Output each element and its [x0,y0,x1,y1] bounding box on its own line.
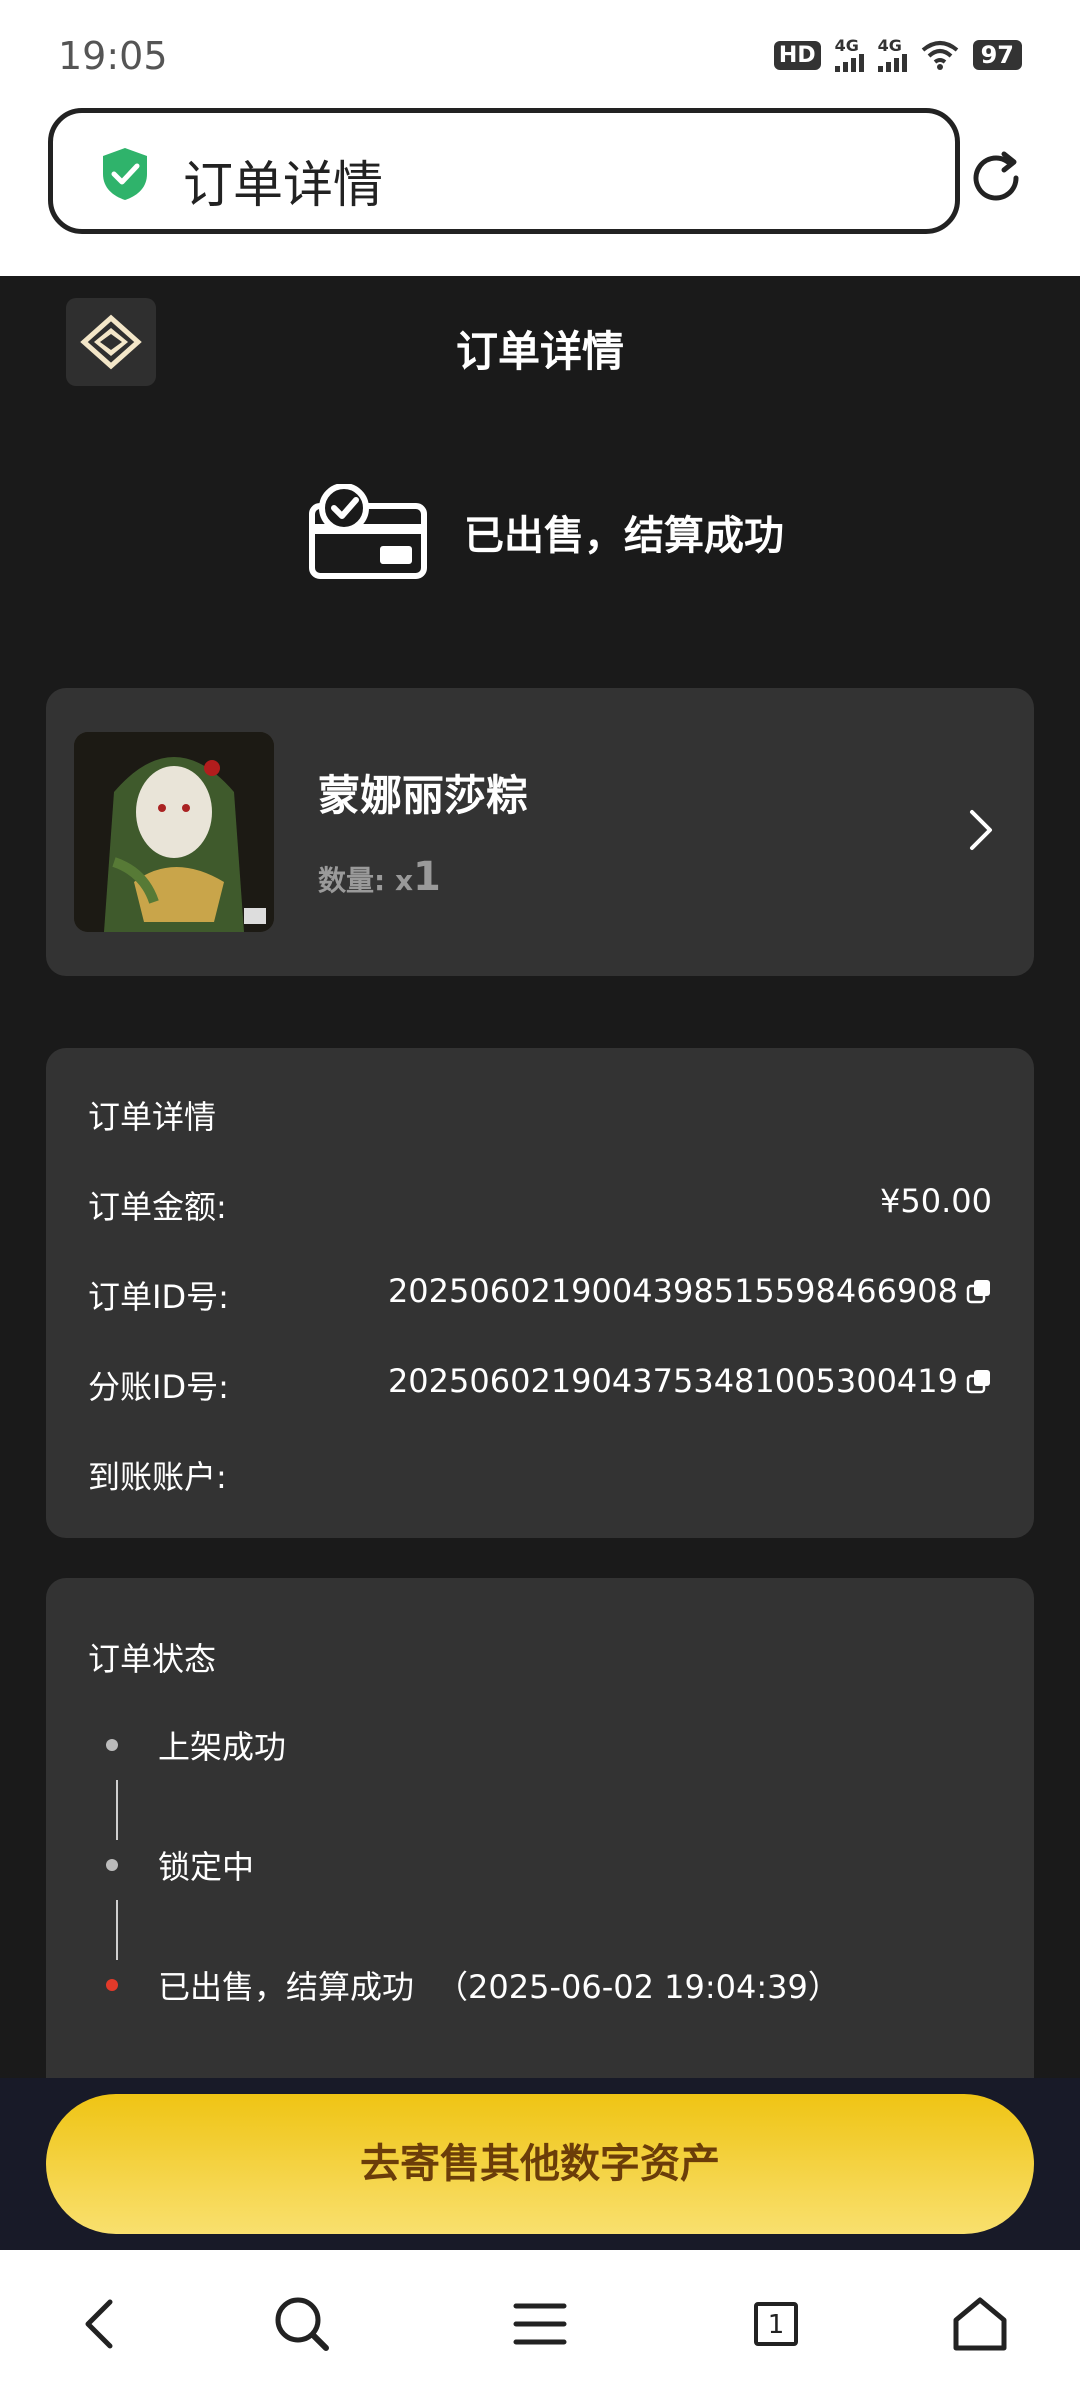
receiving-account-row: 到账账户: [88,1452,992,1496]
sale-status-text: 已出售，结算成功 [464,513,784,559]
home-button[interactable] [940,2284,1020,2364]
order-amount-row: 订单金额: ¥50.00 [88,1182,992,1226]
receiving-account-label: 到账账户: [88,1458,227,1496]
order-details-title: 订单详情 [88,1098,217,1136]
order-amount-label: 订单金额: [88,1188,227,1226]
payment-card-check-icon [309,484,427,579]
split-id-label: 分账ID号: [88,1368,229,1406]
status-step: 锁定中 [106,1842,254,1888]
status-icons: HD 4G 4G 97 [773,38,1022,72]
address-text: 订单详情 [183,156,383,214]
status-dot [106,1859,118,1871]
product-image [74,732,274,932]
order-status-title: 订单状态 [88,1640,217,1678]
split-id-value: 2025060219043753481005300419 [387,1362,958,1400]
copy-icon[interactable] [966,1368,992,1394]
order-amount-value: ¥50.00 [880,1182,992,1220]
browser-nav-bar: 1 [0,2250,1080,2400]
order-id-row: 订单ID号: 2025060219004398515598466908 [88,1272,992,1316]
chevron-right-icon [970,810,992,850]
status-dot [106,1739,118,1751]
copy-icon[interactable] [966,1278,992,1304]
timeline-connector [116,1900,118,1960]
page-title: 订单详情 [455,327,624,376]
status-dot-active [106,1979,118,1991]
search-button[interactable] [262,2284,342,2364]
order-id-value: 2025060219004398515598466908 [387,1272,958,1310]
tabs-button[interactable]: 1 [736,2284,816,2364]
battery-icon: 97 [972,40,1022,70]
product-card[interactable]: 蒙娜丽莎粽 数量: x1 [46,688,1034,976]
signal-sim1-icon: 4G [834,38,864,72]
browser-toolbar: 订单详情 [0,106,1080,276]
address-bar[interactable]: 订单详情 [48,108,960,234]
tab-count: 1 [754,2302,798,2346]
menu-icon [513,2303,567,2345]
reload-icon[interactable] [964,146,1028,210]
split-id-row: 分账ID号: 2025060219043753481005300419 [88,1362,992,1406]
back-button[interactable] [60,2284,140,2364]
product-quantity: 数量: x1 [318,854,441,900]
sale-status-banner: 已出售，结算成功 [308,484,784,580]
order-id-label: 订单ID号: [88,1278,229,1316]
status-step-current: 已出售，结算成功 （2025-06-02 19:04:39） [106,1962,840,2008]
product-name: 蒙娜丽莎粽 [318,771,529,820]
home-icon [953,2297,1007,2351]
shield-check-icon [103,148,147,200]
search-icon [275,2297,329,2351]
page-header: 订单详情 [0,276,1080,396]
wifi-icon [921,41,958,70]
order-details-card: 订单详情 订单金额: ¥50.00 订单ID号: 202506021900439… [46,1048,1034,1538]
timeline-connector [116,1780,118,1840]
resell-other-assets-button[interactable]: 去寄售其他数字资产 [46,2094,1034,2234]
menu-button[interactable] [500,2284,580,2364]
status-step: 上架成功 [106,1722,286,1768]
status-time: 19:05 [58,34,168,78]
cta-area: 去寄售其他数字资产 [0,2078,1080,2250]
product-thumbnail [74,732,274,932]
back-icon [85,2299,113,2349]
order-status-card: 订单状态 上架成功 锁定中 已出售，结算成功 （2025-06-02 19:04… [46,1578,1034,2138]
hd-icon: HD [773,40,821,70]
status-timestamp: （2025-06-02 19:04:39） [436,1968,840,2006]
signal-sim2-icon: 4G [877,38,907,72]
status-bar: 19:05 HD 4G 4G 97 [0,0,1080,106]
